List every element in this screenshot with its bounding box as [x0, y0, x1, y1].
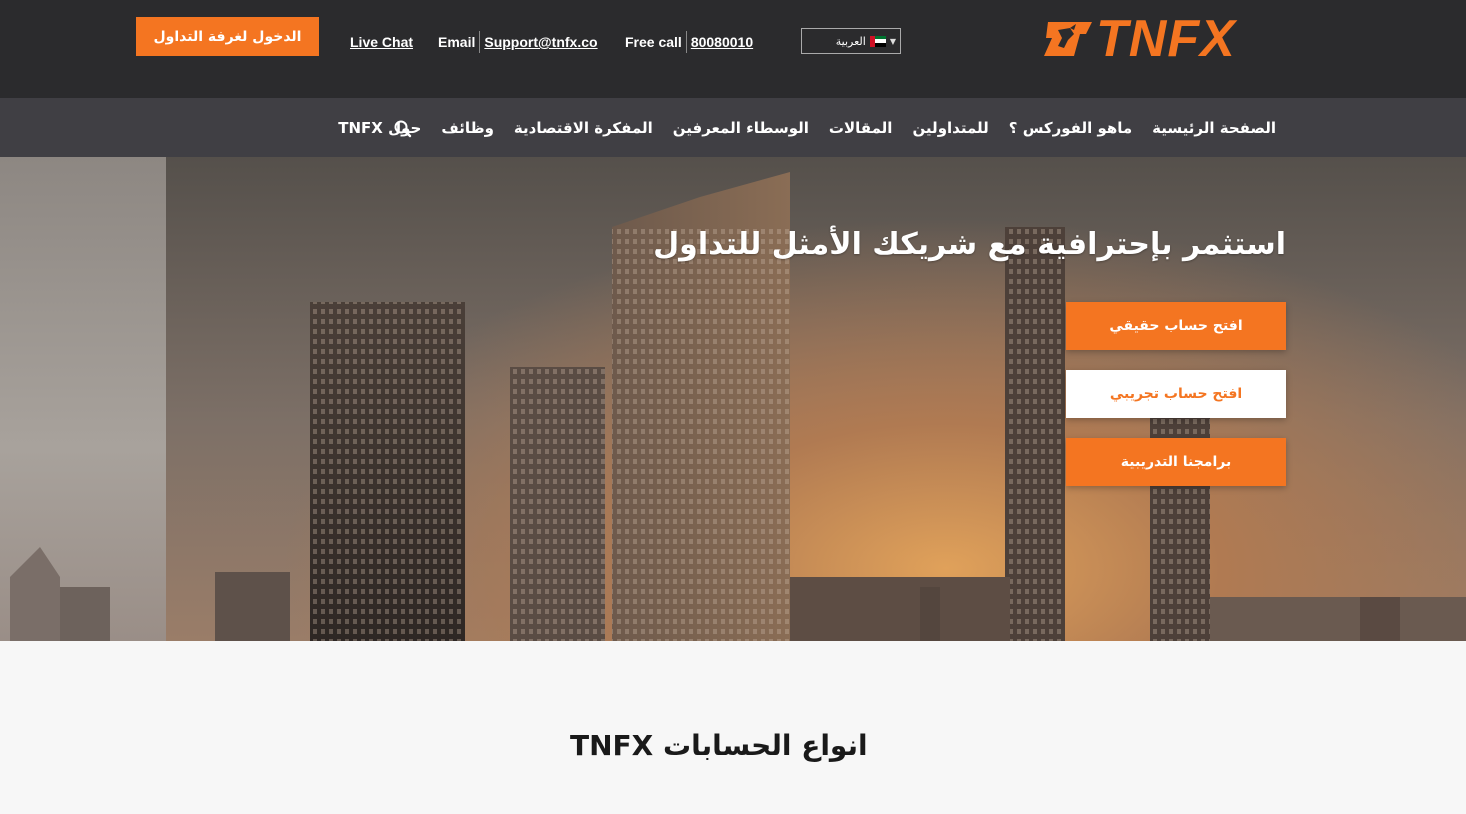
trading-room-login-button[interactable]: الدخول لغرفة التداول — [136, 17, 319, 56]
open-demo-account-button[interactable]: افتح حساب تجريبي — [1066, 370, 1286, 418]
nav-item-home[interactable]: الصفحة الرئيسية — [1152, 119, 1276, 137]
email-link[interactable]: Support@tnfx.co — [484, 34, 597, 50]
account-types-section: انواع الحسابات TNFX — [0, 641, 1466, 814]
language-selector[interactable]: العربية ▼ — [801, 28, 901, 54]
uae-flag-icon — [869, 35, 886, 47]
nav-item-what-is-forex[interactable]: ماهو الفوركس ؟ — [1009, 119, 1132, 137]
free-call-label: Free call — [625, 34, 682, 50]
nav-item-articles[interactable]: المقالات — [829, 119, 893, 137]
top-bar: الدخول لغرفة التداول Live Chat Email Sup… — [0, 0, 1466, 98]
divider — [479, 31, 481, 53]
divider — [685, 31, 687, 53]
nav-item-economic-calendar[interactable]: المفكرة الاقتصادية — [514, 119, 653, 137]
hero-banner: استثمر بإحترافية مع شريكك الأمثل للتداول… — [0, 157, 1466, 641]
section-title: انواع الحسابات TNFX — [570, 729, 868, 762]
email-label: Email — [438, 34, 476, 50]
tnfx-logo[interactable]: TNFX — [1040, 10, 1280, 68]
open-real-account-button[interactable]: افتح حساب حقيقي — [1066, 302, 1286, 350]
training-programs-button[interactable]: برامجنا التدريبية — [1066, 438, 1286, 486]
phone-contact: Free call 80080010 — [625, 30, 753, 54]
nav-item-introducing-brokers[interactable]: الوسطاء المعرفين — [673, 119, 809, 137]
live-chat-link[interactable]: Live Chat — [350, 34, 413, 50]
language-label: العربية — [835, 34, 866, 48]
nav-item-for-traders[interactable]: للمتداولين — [912, 119, 988, 137]
nav-item-careers[interactable]: وظائف — [441, 119, 494, 137]
chevron-down-icon: ▼ — [889, 36, 896, 46]
logo-text: TNFX — [1096, 10, 1236, 68]
live-chat-contact: Live Chat — [350, 30, 413, 54]
main-navigation: الصفحة الرئيسية ماهو الفوركس ؟ للمتداولي… — [0, 98, 1466, 157]
nav-items: الصفحة الرئيسية ماهو الفوركس ؟ للمتداولي… — [338, 98, 1276, 157]
search-icon[interactable] — [393, 119, 413, 139]
email-contact: Email Support@tnfx.co — [438, 30, 598, 54]
bull-logo-icon — [1044, 22, 1092, 56]
hero-title: استثمر بإحترافية مع شريكك الأمثل للتداول — [653, 227, 1286, 262]
free-call-link[interactable]: 80080010 — [691, 34, 753, 50]
